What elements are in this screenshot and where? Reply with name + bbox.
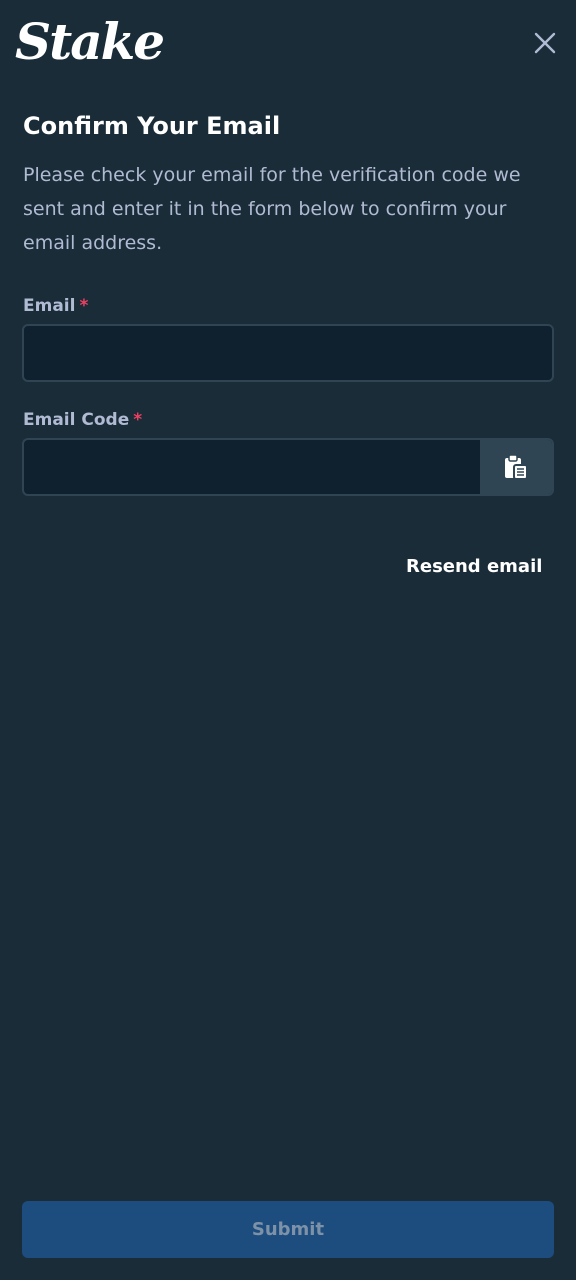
email-code-label-text: Email Code: [23, 410, 130, 430]
page-description: Please check your email for the verifica…: [23, 164, 521, 254]
stake-logo: Stake: [15, 12, 165, 71]
page-title: Confirm Your Email: [23, 112, 281, 140]
email-code-input[interactable]: [24, 440, 482, 494]
email-input[interactable]: [22, 324, 554, 382]
required-mark: *: [79, 296, 89, 316]
clipboard-icon: [505, 454, 528, 480]
resend-email-link[interactable]: Resend email: [406, 554, 542, 580]
required-mark: *: [133, 410, 143, 430]
email-label-text: Email: [23, 296, 76, 316]
submit-button[interactable]: Submit: [22, 1201, 554, 1258]
paste-button[interactable]: [480, 440, 552, 494]
header: Stake: [0, 0, 576, 90]
email-code-field: [22, 438, 554, 496]
close-icon: [534, 32, 556, 54]
email-label: Email *: [23, 294, 88, 318]
close-button[interactable]: [528, 26, 562, 60]
email-code-label: Email Code *: [23, 408, 142, 432]
